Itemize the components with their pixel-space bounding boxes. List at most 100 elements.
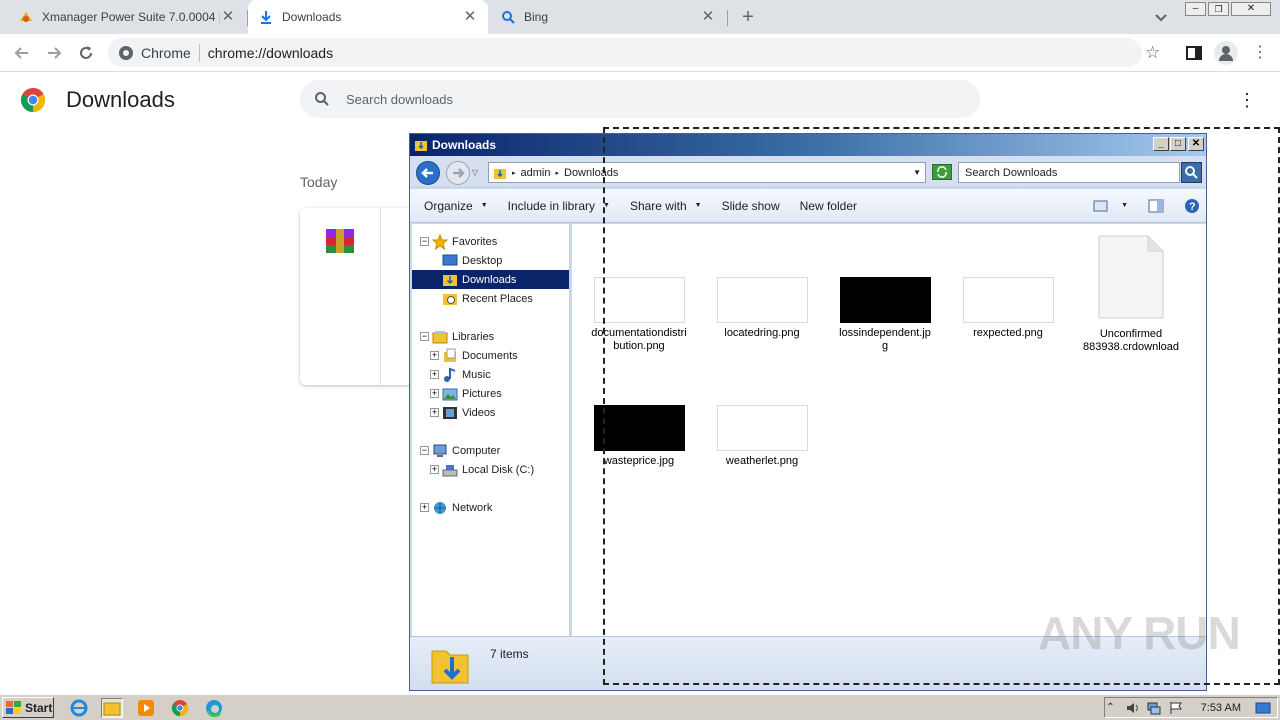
close-icon[interactable]: ✕ bbox=[700, 9, 716, 25]
explorer-taskbar-icon[interactable] bbox=[101, 698, 123, 718]
ie-icon[interactable] bbox=[68, 698, 90, 718]
tab-bing[interactable]: Bing ✕ bbox=[490, 0, 726, 34]
downloads-search-input[interactable]: Search downloads bbox=[346, 92, 453, 107]
flag-icon[interactable] bbox=[1169, 701, 1183, 715]
restore-button[interactable]: ❐ bbox=[1208, 2, 1229, 16]
tab-search-button[interactable] bbox=[1152, 8, 1170, 26]
window-controls: ‒ ❐ ✕ bbox=[1185, 2, 1273, 16]
folder-download-icon bbox=[442, 272, 458, 288]
section-today: Today bbox=[300, 174, 338, 190]
omnibox[interactable]: Chrome chrome://downloads bbox=[108, 38, 1142, 67]
recent-pages-chevron-icon[interactable]: ▽ bbox=[472, 168, 478, 177]
chrome-secure-icon bbox=[118, 45, 134, 61]
expand-network[interactable]: + bbox=[420, 503, 429, 512]
chrome-logo-icon bbox=[20, 87, 46, 113]
include-in-library-button[interactable]: Include in library ▼ bbox=[498, 199, 620, 213]
nav-desktop[interactable]: Desktop bbox=[442, 251, 502, 270]
new-tab-button[interactable]: + bbox=[738, 7, 758, 27]
back-button[interactable] bbox=[12, 43, 32, 63]
nav-recent-places[interactable]: Recent Places bbox=[442, 289, 533, 308]
nav-favorites[interactable]: Favorites bbox=[432, 232, 497, 251]
tab-downloads[interactable]: Downloads ✕ bbox=[248, 0, 488, 34]
downloads-search[interactable]: Search downloads bbox=[300, 80, 980, 118]
tab-separator bbox=[727, 10, 728, 26]
folder-icon bbox=[493, 166, 507, 180]
side-panel-icon[interactable] bbox=[1185, 44, 1203, 62]
drag-outline bbox=[603, 127, 1280, 685]
organize-button[interactable]: Organize ▼ bbox=[414, 199, 498, 213]
explorer-title: Downloads bbox=[432, 138, 497, 152]
nav-music[interactable]: Music bbox=[442, 365, 491, 384]
network-icon bbox=[432, 500, 448, 516]
windows-logo-icon bbox=[6, 700, 22, 715]
close-icon[interactable]: ✕ bbox=[220, 9, 236, 25]
show-desktop-icon[interactable] bbox=[1255, 701, 1271, 715]
documents-icon bbox=[442, 348, 458, 364]
star-icon bbox=[432, 233, 448, 250]
reload-button[interactable] bbox=[76, 43, 96, 63]
nav-libraries[interactable]: Libraries bbox=[432, 327, 494, 346]
pictures-icon bbox=[442, 386, 458, 402]
videos-icon bbox=[442, 405, 458, 421]
volume-icon[interactable] bbox=[1125, 701, 1139, 715]
local-disk-icon bbox=[442, 462, 458, 478]
search-icon bbox=[314, 91, 330, 107]
winrar-icon bbox=[324, 225, 356, 257]
taskbar: Start ⌃ 7:53 AM bbox=[0, 694, 1280, 720]
item-count: 7 items bbox=[490, 647, 529, 661]
music-icon bbox=[442, 367, 458, 383]
download-icon bbox=[258, 9, 274, 25]
close-window-button[interactable]: ✕ bbox=[1231, 2, 1271, 16]
show-hidden-icons[interactable]: ⌃ bbox=[1106, 702, 1114, 713]
nav-documents[interactable]: Documents bbox=[442, 346, 518, 365]
nav-downloads[interactable]: Downloads bbox=[412, 270, 569, 289]
collapse-libraries[interactable]: − bbox=[420, 332, 429, 341]
close-icon[interactable]: ✕ bbox=[462, 9, 478, 25]
back-button[interactable] bbox=[416, 161, 440, 185]
omnibox-site-label: Chrome bbox=[141, 44, 191, 61]
desktop-icon bbox=[442, 253, 458, 269]
bookmark-star-icon[interactable]: ☆ bbox=[1145, 44, 1163, 62]
page-title: Downloads bbox=[66, 87, 175, 112]
tab-title: Bing bbox=[524, 10, 549, 24]
nav-network[interactable]: Network bbox=[432, 498, 492, 517]
tab-xmanager[interactable]: Xmanager Power Suite 7.0.0004 | Bi ✕ bbox=[8, 0, 246, 34]
browser-menu-button[interactable]: ⋮ bbox=[1252, 43, 1268, 63]
edge-icon[interactable] bbox=[203, 698, 225, 718]
chrome-taskbar-icon[interactable] bbox=[169, 698, 191, 718]
expand-local-disk[interactable]: + bbox=[430, 465, 439, 474]
xmanager-icon bbox=[18, 9, 34, 25]
start-label: Start bbox=[25, 700, 53, 715]
media-player-icon[interactable] bbox=[135, 698, 157, 718]
forward-button[interactable] bbox=[44, 43, 64, 63]
folder-download-icon bbox=[430, 643, 470, 685]
forward-button[interactable] bbox=[446, 161, 470, 185]
collapse-favorites[interactable]: − bbox=[420, 237, 429, 246]
expand-documents[interactable]: + bbox=[430, 351, 439, 360]
breadcrumb-admin[interactable]: admin bbox=[521, 167, 551, 179]
navigation-pane: − Favorites Desktop Downloads Recent Pla… bbox=[412, 224, 570, 636]
collapse-computer[interactable]: − bbox=[420, 446, 429, 455]
downloads-more-menu[interactable]: ⋮ bbox=[1238, 90, 1256, 110]
tab-strip: Xmanager Power Suite 7.0.0004 | Bi ✕ Dow… bbox=[0, 0, 1280, 34]
tab-title: Xmanager Power Suite 7.0.0004 | Bi bbox=[42, 10, 220, 24]
clock[interactable]: 7:53 AM bbox=[1201, 702, 1241, 714]
system-tray: ⌃ 7:53 AM bbox=[1104, 697, 1278, 718]
tab-title: Downloads bbox=[282, 10, 342, 24]
nav-computer[interactable]: Computer bbox=[432, 441, 500, 460]
nav-local-disk[interactable]: Local Disk (C:) bbox=[442, 460, 534, 479]
network-tray-icon[interactable] bbox=[1147, 701, 1161, 715]
recent-places-icon bbox=[442, 291, 458, 307]
nav-pictures[interactable]: Pictures bbox=[442, 384, 502, 403]
expand-music[interactable]: + bbox=[430, 370, 439, 379]
expand-pictures[interactable]: + bbox=[430, 389, 439, 398]
computer-icon bbox=[432, 443, 448, 459]
watermark: ANY RUN bbox=[1038, 607, 1241, 659]
libraries-icon bbox=[432, 329, 448, 345]
minimize-button[interactable]: ‒ bbox=[1185, 2, 1206, 16]
start-button[interactable]: Start bbox=[2, 697, 54, 718]
omnibox-url[interactable]: chrome://downloads bbox=[208, 45, 333, 61]
profile-avatar[interactable] bbox=[1214, 41, 1238, 65]
nav-videos[interactable]: Videos bbox=[442, 403, 495, 422]
expand-videos[interactable]: + bbox=[430, 408, 439, 417]
